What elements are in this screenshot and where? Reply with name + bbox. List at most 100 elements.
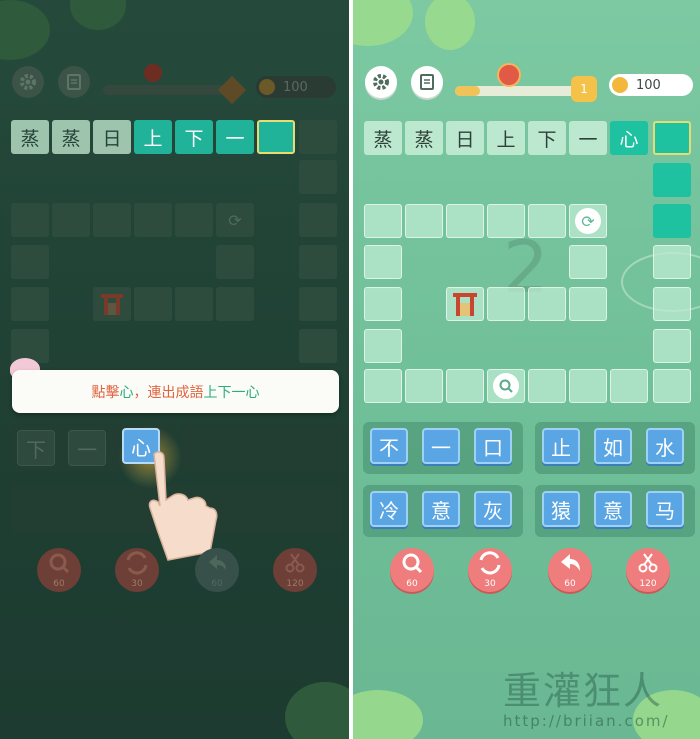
grid-cell[interactable] [528, 369, 566, 403]
character-key[interactable]: 意 [594, 491, 632, 527]
level-progress-fill [455, 86, 481, 96]
grid-cell [52, 203, 90, 237]
tooltip-text: ，連出成語 [133, 384, 204, 401]
scissors-icon [638, 553, 658, 573]
character-key[interactable]: 口 [474, 428, 512, 464]
book-icon [67, 74, 81, 90]
settings-button[interactable] [365, 66, 397, 98]
tool-cost: 60 [53, 579, 65, 589]
magnifier-icon [493, 373, 519, 399]
grid-cell[interactable] [528, 287, 566, 321]
character-key[interactable]: 猿 [542, 491, 580, 527]
grid-cell[interactable] [364, 287, 402, 321]
grid-cell[interactable] [610, 369, 648, 403]
character-key[interactable]: 不 [370, 428, 408, 464]
grid-cell[interactable] [653, 329, 691, 363]
character-key[interactable]: 马 [646, 491, 684, 527]
word-list-button[interactable] [411, 66, 443, 98]
undo-tool-button[interactable]: 60 [548, 548, 592, 592]
grid-cell[interactable] [446, 204, 484, 238]
grid-cell[interactable] [653, 287, 691, 321]
grid-cell [11, 245, 49, 279]
grid-cell[interactable] [405, 369, 443, 403]
grid-cell[interactable] [364, 369, 402, 403]
undo-tool-button[interactable]: 60 [195, 548, 239, 592]
character-key[interactable]: 水 [646, 428, 684, 464]
character-key[interactable]: 一 [68, 430, 106, 466]
grid-cell[interactable] [569, 287, 607, 321]
grid-cell [299, 287, 337, 321]
tool-cost: 30 [131, 579, 143, 589]
character-key[interactable]: 下 [17, 430, 55, 466]
character-key[interactable]: 冷 [370, 491, 408, 527]
grid-cell: 蒸 [11, 120, 49, 154]
shuffle-tool-button[interactable]: 30 [115, 548, 159, 592]
grid-cell-hint[interactable] [487, 369, 525, 403]
character-key[interactable]: 一 [422, 428, 460, 464]
scissors-icon [285, 553, 305, 573]
character-key[interactable]: 意 [422, 491, 460, 527]
lantern-icon [144, 64, 162, 82]
level-badge-icon [217, 75, 247, 105]
scissors-tool-button[interactable]: 120 [626, 548, 670, 592]
coin-icon [259, 79, 275, 95]
tool-cost: 120 [639, 579, 657, 589]
grid-cell[interactable] [653, 163, 691, 197]
grid-cell[interactable] [653, 204, 691, 238]
grid-cell[interactable] [364, 245, 402, 279]
coin-counter: 100 [256, 76, 336, 98]
watermark-url: http://briian.com/ [503, 712, 670, 730]
grid-cell-selected[interactable] [257, 120, 295, 154]
coin-icon [612, 77, 628, 93]
grid-cell[interactable] [364, 329, 402, 363]
grid-cell-bonus: ⟳ [216, 203, 254, 237]
scissors-tool-button[interactable]: 120 [273, 548, 317, 592]
grid-cell: 上 [487, 121, 525, 155]
lantern-icon [497, 63, 521, 87]
hint-tool-button[interactable]: 60 [390, 548, 434, 592]
grid-cell [134, 203, 172, 237]
grid-cell-bonus[interactable]: ⟳ [569, 204, 607, 238]
tool-cost: 60 [406, 579, 418, 589]
tooltip-highlight: 心 [119, 384, 134, 401]
lily-pad-decoration [285, 682, 349, 739]
magnifier-icon [402, 553, 423, 574]
grid-cell: 下 [528, 121, 566, 155]
watermark-text: 重灌狂人 [503, 669, 664, 713]
settings-button[interactable] [12, 66, 44, 98]
character-key[interactable]: 止 [542, 428, 580, 464]
grid-cell: 日 [93, 120, 131, 154]
grid-cell[interactable] [569, 369, 607, 403]
gate-icon [101, 294, 123, 315]
grid-cell [11, 203, 49, 237]
lily-pad-decoration [353, 690, 423, 739]
grid-cell[interactable] [653, 245, 691, 279]
lily-pad-decoration [353, 0, 413, 46]
grid-cell[interactable] [528, 204, 566, 238]
grid-cell: 一 [216, 120, 254, 154]
grid-cell[interactable] [569, 245, 607, 279]
character-key[interactable]: 灰 [474, 491, 512, 527]
lily-pad-decoration [70, 0, 126, 30]
grid-cell[interactable] [487, 204, 525, 238]
hint-tool-button[interactable]: 60 [37, 548, 81, 592]
grid-cell[interactable] [405, 204, 443, 238]
character-key[interactable]: 如 [594, 428, 632, 464]
grid-cell[interactable] [487, 287, 525, 321]
grid-cell [299, 120, 337, 154]
grid-cell [93, 203, 131, 237]
grid-cell [216, 245, 254, 279]
grid-cell: 日 [446, 121, 484, 155]
level-badge: 1 [571, 76, 597, 102]
tooltip-idiom: 上下一心 [203, 384, 260, 401]
grid-cell-selected[interactable] [653, 121, 691, 155]
undo-icon [561, 554, 580, 571]
word-list-button[interactable] [58, 66, 90, 98]
grid-cell[interactable] [653, 369, 691, 403]
grid-cell: 蒸 [364, 121, 402, 155]
gear-icon [20, 74, 36, 90]
shuffle-icon [479, 551, 501, 575]
grid-cell[interactable] [446, 369, 484, 403]
shuffle-tool-button[interactable]: 30 [468, 548, 512, 592]
grid-cell[interactable] [364, 204, 402, 238]
